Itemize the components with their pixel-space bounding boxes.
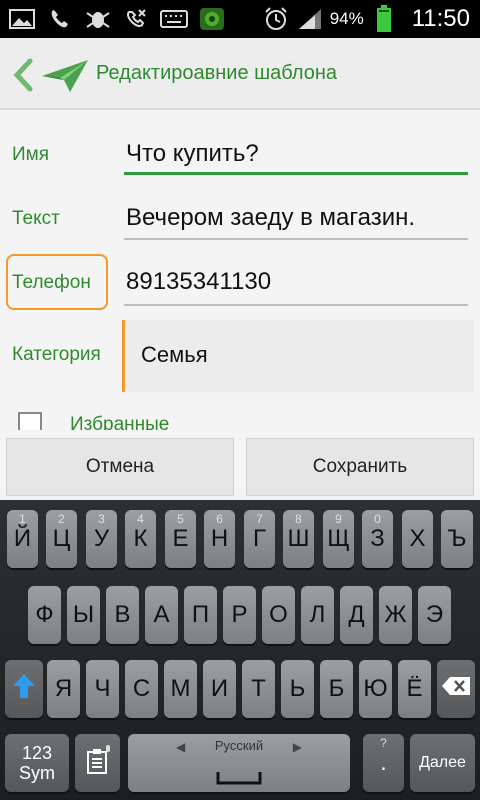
key-row3-4[interactable]: И — [203, 660, 236, 718]
phone-row: Телефон 89135341130 — [0, 248, 480, 318]
alarm-icon — [262, 6, 290, 32]
key-row2-1[interactable]: Ы — [67, 586, 100, 644]
text-label: Текст — [12, 208, 60, 229]
key-row3-2[interactable]: С — [125, 660, 158, 718]
key-row1-7[interactable]: 8Ш — [283, 510, 314, 568]
phone-field-underline — [124, 304, 468, 306]
name-row: Имя Что купить? — [0, 112, 480, 182]
space-key[interactable]: Русский ◀ ▶ — [128, 734, 350, 792]
keyboard-notification-icon — [160, 6, 188, 32]
key-row1-11[interactable]: Ъ — [441, 510, 473, 568]
key-row3-3[interactable]: М — [164, 660, 197, 718]
key-row1-4[interactable]: 5Е — [165, 510, 196, 568]
key-row3-6[interactable]: Ь — [281, 660, 314, 718]
name-field-underline — [124, 172, 468, 175]
bug-icon — [84, 6, 112, 32]
category-label: Категория — [12, 344, 101, 365]
key-row3-1[interactable]: Ч — [86, 660, 119, 718]
clock: 11:50 — [411, 5, 470, 32]
key-row2-0[interactable]: Ф — [28, 586, 61, 644]
key-row1-1[interactable]: 2Ц — [46, 510, 77, 568]
language-label: Русский — [214, 738, 264, 753]
key-row2-3[interactable]: А — [145, 586, 178, 644]
action-bar: Редактироавние шаблона — [0, 38, 480, 110]
key-row1-3[interactable]: 4К — [125, 510, 156, 568]
clipboard-key[interactable] — [75, 734, 120, 792]
battery-percent: 94% — [329, 9, 364, 28]
key-row3-9[interactable]: Ё — [398, 660, 431, 718]
key-row3-7[interactable]: Б — [320, 660, 353, 718]
app-screen: Редактироавние шаблона Имя Что купить? Т… — [0, 38, 480, 500]
gallery-notification-icon — [8, 6, 36, 32]
text-row: Текст Вечером заеду в магазин. — [0, 182, 480, 248]
key-row2-4[interactable]: П — [184, 586, 217, 644]
backspace-key[interactable] — [437, 660, 475, 718]
key-row1-0[interactable]: 1Й — [7, 510, 38, 568]
language-switch-right-icon: ▶ — [292, 740, 302, 754]
key-row2-7[interactable]: Л — [301, 586, 334, 644]
category-row: Категория Семья — [0, 318, 480, 394]
shift-key[interactable] — [5, 660, 43, 718]
phone-field[interactable]: 89135341130 — [126, 268, 271, 296]
key-row2-9[interactable]: Ж — [379, 586, 412, 644]
battery-icon — [370, 5, 398, 32]
next-key[interactable]: Далее — [410, 734, 475, 792]
app-shield-icon — [198, 6, 226, 32]
status-bar: 94% 11:50 — [0, 0, 480, 38]
name-field[interactable]: Что купить? — [126, 140, 259, 168]
backspace-icon — [441, 675, 471, 703]
text-field[interactable]: Вечером заеду в магазин. — [126, 204, 415, 232]
signal-icon — [296, 6, 324, 32]
key-row3-0[interactable]: Я — [47, 660, 80, 718]
button-bar: Отмена Сохранить — [0, 430, 480, 500]
page-title: Редактироавние шаблона — [96, 62, 338, 84]
key-row2-6[interactable]: О — [262, 586, 295, 644]
key-row3-8[interactable]: Ю — [359, 660, 392, 718]
key-row2-2[interactable]: В — [106, 586, 139, 644]
shift-arrow-icon — [12, 673, 36, 706]
period-key[interactable]: ? . — [363, 734, 404, 792]
name-label: Имя — [12, 144, 50, 165]
category-spinner[interactable]: Семья — [122, 320, 474, 392]
key-row1-9[interactable]: 0З — [362, 510, 393, 568]
phone-label: Телефон — [12, 272, 91, 293]
missed-call-icon — [46, 6, 74, 32]
favorites-row: Избранные — [0, 394, 480, 434]
key-row3-5[interactable]: Т — [242, 660, 275, 718]
key-row1-8[interactable]: 9Щ — [323, 510, 354, 568]
key-row1-10[interactable]: Х — [402, 510, 433, 568]
clipboard-mic-icon — [84, 744, 112, 782]
soft-keyboard: 1Й 2Ц 3У 4К 5Е 6Н 7Г 8Ш 9Щ 0З Х Ъ Ф Ы В … — [0, 500, 480, 800]
save-button[interactable]: Сохранить — [246, 438, 474, 496]
app-logo-icon[interactable] — [40, 56, 90, 94]
key-row1-5[interactable]: 6Н — [204, 510, 235, 568]
key-row1-6[interactable]: 7Г — [244, 510, 275, 568]
key-row2-5[interactable]: Р — [223, 586, 256, 644]
cancel-button[interactable]: Отмена — [6, 438, 234, 496]
key-row2-10[interactable]: Э — [418, 586, 451, 644]
language-switch-left-icon: ◀ — [176, 740, 186, 754]
back-icon[interactable] — [12, 58, 34, 92]
category-value: Семья — [141, 342, 208, 367]
text-field-underline — [124, 238, 468, 240]
key-row2-8[interactable]: Д — [340, 586, 373, 644]
call-forward-icon — [122, 6, 150, 32]
key-row1-2[interactable]: 3У — [86, 510, 117, 568]
space-bar-icon — [216, 764, 262, 792]
symbols-key[interactable]: 123 Sym — [5, 734, 69, 792]
